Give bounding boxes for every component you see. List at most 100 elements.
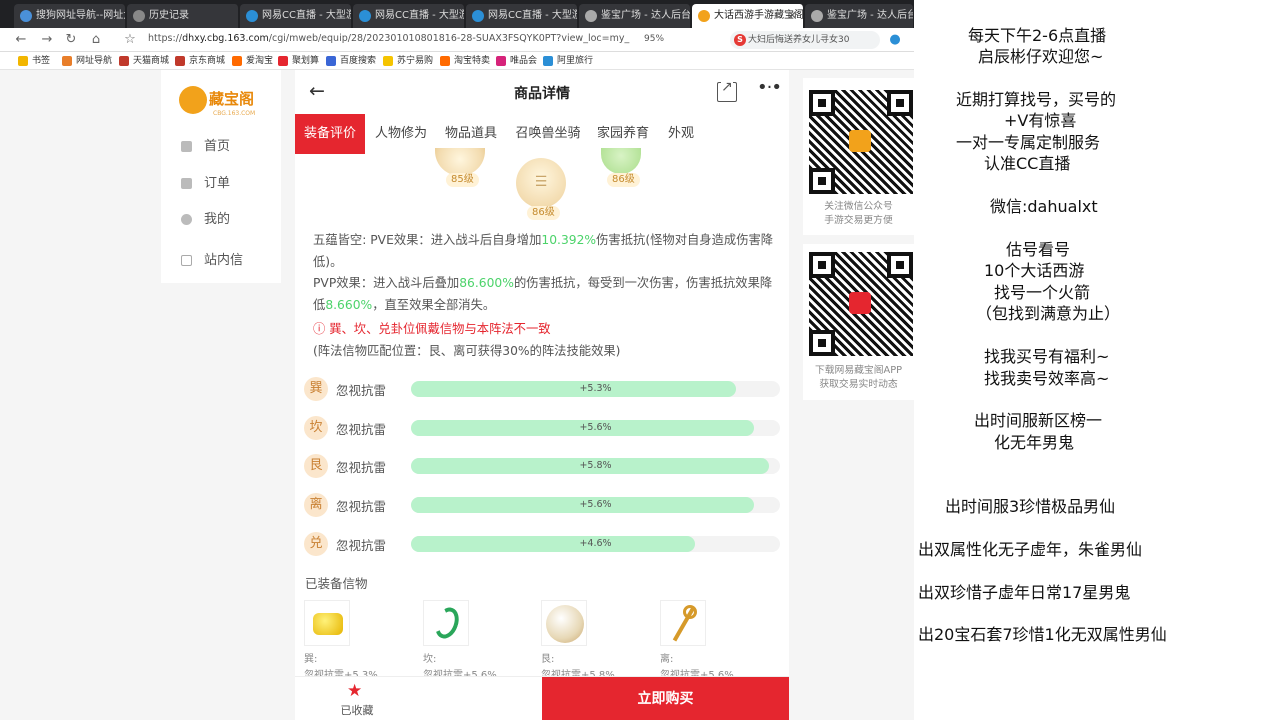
close-icon[interactable]: ✕ <box>788 4 797 28</box>
favorite-button[interactable]: ★ 已收藏 <box>295 677 419 720</box>
user-icon <box>181 214 192 225</box>
left-nav: 藏宝阁 CBG.163.COM 首页 订单 我的 站内信 <box>161 70 281 283</box>
url-field[interactable]: https://dhxy.cbg.163.com/cgi/mweb/equip/… <box>148 33 629 44</box>
equipped-item[interactable]: 坎: 忽视抗雷+5.6% <box>423 600 533 681</box>
attribute-row: 巽 忽视抗雷 +5.3% <box>304 377 780 403</box>
bookmark-item[interactable]: 爱淘宝 <box>232 54 273 68</box>
page-title: 商品详情 <box>514 86 570 102</box>
bookmark-item[interactable]: 网址导航 <box>62 54 112 68</box>
browser-tab-active[interactable]: 大话西游手游藏宝阁 ✕ <box>692 4 804 28</box>
star-icon <box>18 56 28 66</box>
tab-pets[interactable]: 召唤兽坐骑 <box>511 114 585 154</box>
nav-mine[interactable]: 我的 <box>181 208 271 232</box>
sogou-icon <box>20 10 32 22</box>
cbg-icon <box>698 10 710 22</box>
globe-icon <box>811 10 823 22</box>
equipped-item[interactable]: 艮: 忽视抗雷+5.8% <box>541 600 651 681</box>
bookmark-item[interactable]: 苏宁易购 <box>383 54 433 68</box>
extension-icon[interactable]: ● <box>886 31 904 49</box>
browser-tab[interactable]: 鉴宝广场 - 达人后台 <box>805 4 914 28</box>
more-dots-icon[interactable]: •·• <box>757 78 782 102</box>
browser-tab[interactable]: 网易CC直播 - 大型游 <box>466 4 578 28</box>
reload-icon[interactable]: ↻ <box>62 31 80 49</box>
match-note: (阵法信物匹配位置：艮、离可获得30%的阵法技能效果) <box>313 343 621 358</box>
cbg-logo-icon <box>849 130 871 152</box>
taobao-sale-icon <box>440 56 450 66</box>
cc-icon <box>246 10 258 22</box>
orb-left[interactable] <box>435 148 485 176</box>
jade-hook-icon[interactable] <box>423 600 469 646</box>
wechat-qr-panel: 关注微信公众号 手游交易更方便 <box>803 78 914 235</box>
bookmark-item[interactable]: 天猫商城 <box>119 54 169 68</box>
nav-messages[interactable]: 站内信 <box>181 249 271 273</box>
tab-strip: 搜狗网址导航--网址大 历史记录 网易CC直播 - 大型游 网易CC直播 - 大… <box>0 0 914 28</box>
product-detail: ← 商品详情 •·• 装备评价 人物修为 物品道具 召唤兽坐骑 家园养育 外观 … <box>295 70 789 720</box>
position-badge: 坎 <box>304 416 328 440</box>
tab-cultivation[interactable]: 人物修为 <box>371 114 431 154</box>
logo-icon <box>179 86 207 114</box>
attribute-bar: +5.3% <box>411 381 780 397</box>
tab-appearance[interactable]: 外观 <box>663 114 699 154</box>
orb-center-level: 86级 <box>527 206 560 220</box>
browser-tab[interactable]: 网易CC直播 - 大型游 <box>240 4 352 28</box>
detail-tabs: 装备评价 人物修为 物品道具 召唤兽坐骑 家园养育 外观 <box>295 114 789 154</box>
baidu-icon <box>326 56 336 66</box>
bookmark-item[interactable]: 唯品会 <box>496 54 537 68</box>
browser-tab[interactable]: 网易CC直播 - 大型游 <box>353 4 465 28</box>
globe-icon <box>585 10 597 22</box>
page-header: ← 商品详情 •·• <box>295 70 789 114</box>
mail-icon <box>181 255 192 266</box>
equipped-item[interactable]: 巽: 忽视抗雷+5.3% <box>304 600 414 681</box>
attribute-bar: +5.6% <box>411 497 780 513</box>
stream-overlay-panel: 每天下午2-6点直播 启辰彬仔欢迎您~ 近期打算找号，买号的 +V有惊喜 一对一… <box>914 0 1280 720</box>
forward-icon[interactable]: → <box>38 31 56 49</box>
zoom-level[interactable]: 95% <box>644 34 664 44</box>
bookmark-item[interactable]: 书签 <box>18 54 50 68</box>
search-box[interactable]: 大妇后悔送养女儿寻女30 <box>730 31 880 49</box>
nav-icon <box>62 56 72 66</box>
bookmark-item[interactable]: 百度搜索 <box>326 54 376 68</box>
bookmark-item[interactable]: 阿里旅行 <box>543 54 593 68</box>
tab-equip-eval[interactable]: 装备评价 <box>295 114 365 154</box>
home-icon[interactable]: ⌂ <box>87 31 105 49</box>
nav-home[interactable]: 首页 <box>181 135 271 159</box>
cc-icon <box>472 10 484 22</box>
buy-now-button[interactable]: 立即购买 <box>542 677 789 720</box>
formation-description: 五蕴皆空: PVE效果：进入战斗后自身增加10.392%伤害抵抗(怪物对自身造成… <box>313 230 781 362</box>
tmall-icon <box>119 56 129 66</box>
equipped-item[interactable]: 离: 忽视抗雷+5.6% <box>660 600 770 681</box>
browser-window: 搜狗网址导航--网址大 历史记录 网易CC直播 - 大型游 网易CC直播 - 大… <box>0 0 914 720</box>
browser-tab[interactable]: 历史记录 <box>127 4 239 28</box>
qr-sidebar: 关注微信公众号 手游交易更方便 下载网易藏宝阁APP 获取交易实时动态 <box>803 70 914 720</box>
bookmark-item[interactable]: 京东商城 <box>175 54 225 68</box>
suning-icon <box>383 56 393 66</box>
gold-ingot-icon[interactable] <box>304 600 350 646</box>
cbg-logo[interactable]: 藏宝阁 CBG.163.COM <box>179 82 269 118</box>
bookmark-star-icon[interactable]: ☆ <box>121 31 139 49</box>
attribute-row: 兑 忽视抗雷 +4.6% <box>304 532 780 558</box>
nav-orders[interactable]: 订单 <box>181 172 271 196</box>
back-icon[interactable]: ← <box>12 31 30 49</box>
browser-tab[interactable]: 搜狗网址导航--网址大 <box>14 4 126 28</box>
app-qr-panel: 下载网易藏宝阁APP 获取交易实时动态 <box>803 244 914 400</box>
bookmarks-bar: 书签 网址导航 天猫商城 京东商城 爱淘宝 聚划算 百度搜索 苏宁易购 淘宝特卖… <box>0 52 914 70</box>
order-icon <box>181 178 192 189</box>
vip-icon <box>496 56 506 66</box>
bookmark-item[interactable]: 淘宝特卖 <box>440 54 490 68</box>
position-badge: 离 <box>304 493 328 517</box>
bookmark-item[interactable]: 聚划算 <box>278 54 319 68</box>
attribute-bar: +5.8% <box>411 458 780 474</box>
share-icon[interactable] <box>717 79 737 102</box>
cc-icon <box>359 10 371 22</box>
orb-right[interactable] <box>601 148 641 174</box>
bottom-action-bar: ★ 已收藏 立即购买 <box>295 676 789 720</box>
formation-glyph-icon: ☰ <box>534 174 548 190</box>
pearl-icon[interactable] <box>541 600 587 646</box>
equipped-title: 已装备信物 <box>305 576 368 591</box>
attribute-bar: +5.6% <box>411 420 780 436</box>
attribute-bar: +4.6% <box>411 536 780 552</box>
pve-effect: 五蕴皆空: PVE效果：进入战斗后自身增加10.392%伤害抵抗(怪物对自身造成… <box>313 233 774 269</box>
web-page: 藏宝阁 CBG.163.COM 首页 订单 我的 站内信 ← 商品详情 •·• … <box>0 70 914 720</box>
golden-staff-icon[interactable] <box>660 600 706 646</box>
browser-tab[interactable]: 鉴宝广场 - 达人后台 <box>579 4 691 28</box>
